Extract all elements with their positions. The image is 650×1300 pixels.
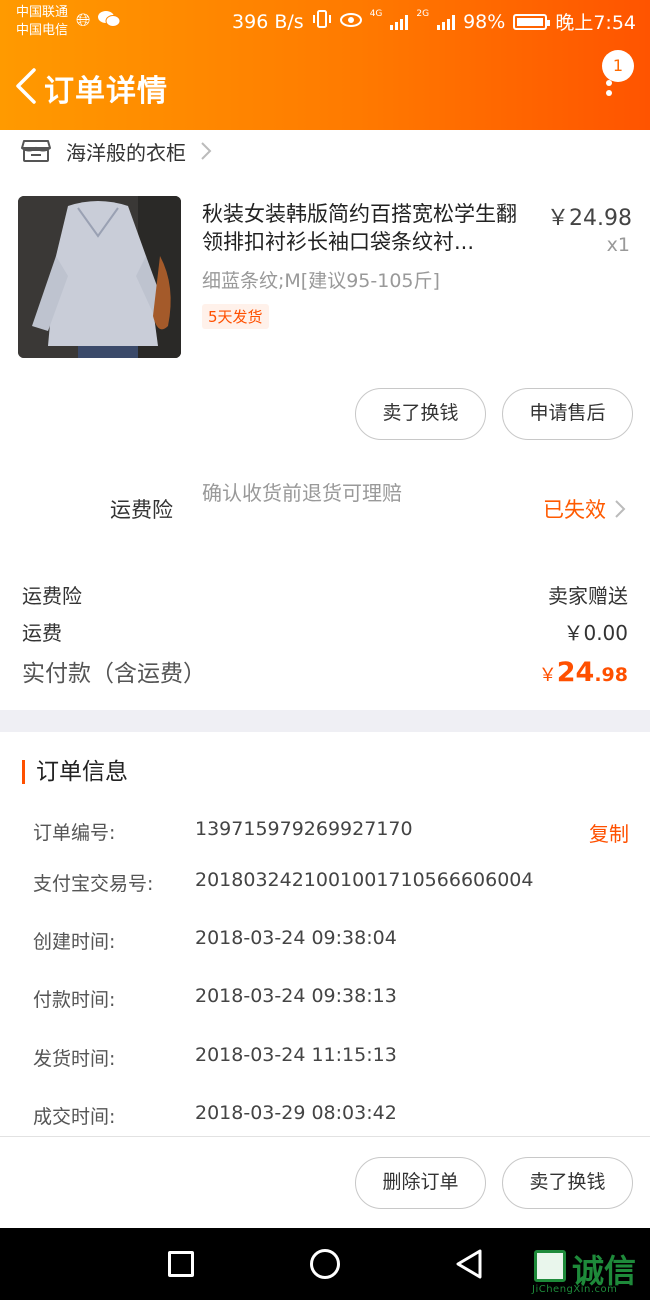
info-key: 付款时间: xyxy=(33,989,116,1011)
status-right: 396 B/s 4G 2G 98% 晚上7:54 xyxy=(232,8,636,35)
carrier-labels: 中国联通 中国电信 xyxy=(16,4,68,40)
home-button[interactable] xyxy=(310,1249,340,1279)
info-value: 139715979269927170 xyxy=(195,818,413,840)
total-row: 实付款（含运费） ￥24.98 xyxy=(22,654,628,688)
product-image[interactable] xyxy=(18,196,181,358)
delete-order-button[interactable]: 删除订单 xyxy=(355,1157,486,1209)
watermark-seal-icon xyxy=(534,1250,566,1282)
sell-button-bottom[interactable]: 卖了换钱 xyxy=(502,1157,633,1209)
info-key: 支付宝交易号: xyxy=(33,873,154,895)
fee-value: 卖家赠送 xyxy=(548,584,628,608)
back-arrow-icon[interactable] xyxy=(14,68,38,104)
info-value: 2018-03-24 09:38:04 xyxy=(195,927,397,949)
more-menu-icon[interactable] xyxy=(606,80,612,102)
order-info-title: 订单信息 xyxy=(22,760,128,784)
recents-button[interactable] xyxy=(168,1251,194,1277)
carrier-1: 中国联通 xyxy=(16,5,69,20)
product-price: ￥24.98 xyxy=(547,206,632,231)
info-value: 2018032421001001710566606004 xyxy=(195,869,534,891)
after-sale-button[interactable]: 申请售后 xyxy=(502,388,633,440)
total-integer: 24 xyxy=(556,657,595,688)
signal-icon xyxy=(390,14,409,30)
info-value: 2018-03-24 11:15:13 xyxy=(195,1044,397,1066)
order-info-section: 订单信息 订单编号: 139715979269927170 复制 支付宝交易号:… xyxy=(0,732,650,1136)
watermark-subtext: JiChengXin.com xyxy=(532,1284,618,1295)
network-type-1: 4G xyxy=(369,9,383,19)
back-button[interactable] xyxy=(454,1248,484,1280)
fee-label: 运费 xyxy=(22,621,62,645)
message-badge[interactable]: 1 xyxy=(602,50,634,82)
signal-icon-2 xyxy=(437,14,456,30)
info-key: 订单编号: xyxy=(33,822,116,844)
app-header: 中国联通 中国电信 🌐︎ 396 B/s 4G 2G 98% 晚上7:54 订单… xyxy=(0,0,650,130)
insurance-status-text: 已失效 xyxy=(543,498,606,522)
product-sku: 细蓝条纹;M[建议95-105斤] xyxy=(202,270,440,292)
fee-label: 运费险 xyxy=(22,584,82,608)
shipping-insurance-status[interactable]: 已失效 xyxy=(543,494,626,524)
chevron-right-icon xyxy=(615,500,626,518)
carrier-2: 中国电信 xyxy=(16,23,69,38)
info-key: 成交时间: xyxy=(33,1106,116,1128)
notification-icons: 🌐︎ xyxy=(76,10,121,33)
bottom-action-bar: 删除订单 卖了换钱 xyxy=(0,1136,650,1228)
total-amount: ￥24.98 xyxy=(539,657,628,688)
battery-icon xyxy=(513,13,551,30)
info-key: 创建时间: xyxy=(33,931,116,953)
vibrate-icon xyxy=(312,10,332,33)
fee-value: ￥0.00 xyxy=(563,621,628,645)
total-label: 实付款（含运费） xyxy=(22,661,206,687)
fee-row-shipping: 运费 ￥0.00 xyxy=(22,617,628,646)
eye-icon xyxy=(339,11,362,33)
chevron-right-icon xyxy=(201,142,212,160)
info-key: 发货时间: xyxy=(33,1048,116,1070)
shipping-insurance-desc: 确认收货前退货可理赔 xyxy=(202,481,402,505)
globe-icon: 🌐︎ xyxy=(76,10,91,31)
status-bar: 中国联通 中国电信 🌐︎ 396 B/s 4G 2G 98% 晚上7:54 xyxy=(0,0,650,44)
order-card: 海洋般的衣柜 秋装女装韩版简约百搭宽松学生翻领排扣衬衫长袖口袋条纹衬... ￥2… xyxy=(0,130,650,710)
total-currency: ￥ xyxy=(538,665,557,686)
shipping-tag: 5天发货 xyxy=(202,304,269,329)
total-decimal: .98 xyxy=(594,664,628,686)
product-quantity: x1 xyxy=(606,234,630,256)
network-type-2: 2G xyxy=(416,9,430,19)
sell-button[interactable]: 卖了换钱 xyxy=(355,388,486,440)
info-value: 2018-03-24 09:38:13 xyxy=(195,985,397,1007)
shop-name: 海洋般的衣柜 xyxy=(66,140,186,165)
info-value: 2018-03-29 08:03:42 xyxy=(195,1102,397,1124)
wechat-icon xyxy=(98,10,121,33)
copy-button[interactable]: 复制 xyxy=(589,818,629,847)
battery-percent: 98% xyxy=(463,10,506,33)
shop-row[interactable]: 海洋般的衣柜 xyxy=(20,136,212,166)
product-title[interactable]: 秋装女装韩版简约百搭宽松学生翻领排扣衬衫长袖口袋条纹衬... xyxy=(202,200,534,256)
fee-row-insurance: 运费险 卖家赠送 xyxy=(22,580,628,609)
network-speed: 396 B/s xyxy=(232,10,304,33)
watermark-logo: 诚信 JiChengXin.com xyxy=(530,1248,648,1298)
shipping-insurance-label: 运费险 xyxy=(110,498,173,522)
page-title: 订单详情 xyxy=(44,74,168,109)
store-icon xyxy=(21,140,51,162)
clock: 晚上7:54 xyxy=(555,12,636,34)
